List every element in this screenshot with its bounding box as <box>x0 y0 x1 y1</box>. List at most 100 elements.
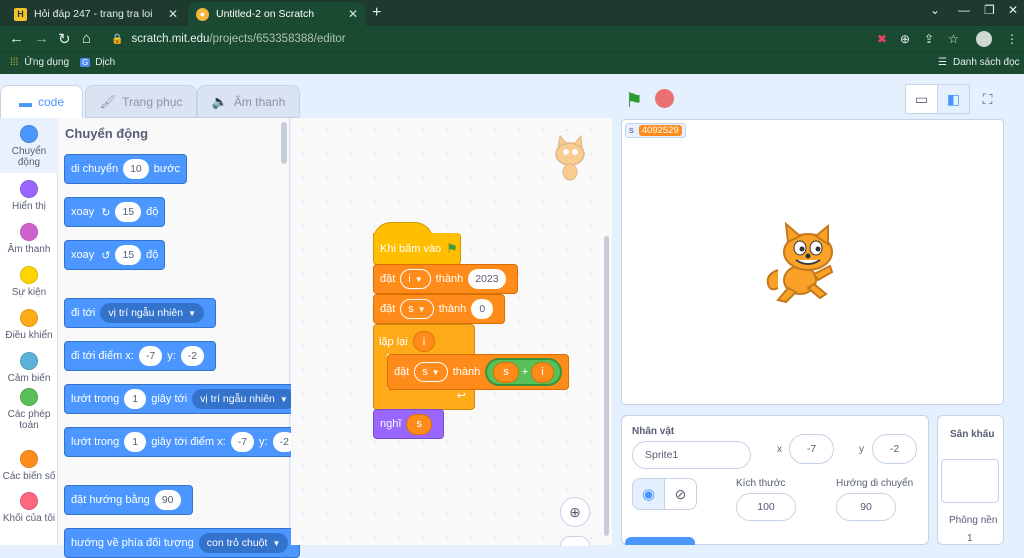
maximize-icon[interactable]: ❐ <box>984 3 995 17</box>
degrees-input[interactable]: 15 <box>115 202 142 222</box>
turn-right-block[interactable]: xoay ↻ 15 độ <box>64 197 166 227</box>
variable-dropdown[interactable]: s ▼ <box>414 362 448 382</box>
variable-dropdown[interactable]: i ▼ <box>400 269 431 289</box>
x-input[interactable]: -7 <box>138 346 163 366</box>
value-input[interactable]: 2023 <box>468 269 506 289</box>
s-reporter[interactable]: s <box>493 361 519 383</box>
size-label: Kích thước <box>736 478 786 489</box>
tab-code[interactable]: ▬ code <box>0 85 83 118</box>
size-input[interactable]: 100 <box>736 493 796 521</box>
reading-list-label: Danh sách đọc <box>952 57 1020 68</box>
block-text: thành <box>435 273 464 285</box>
category-label: Hiển thị <box>12 201 46 212</box>
tab-sounds[interactable]: 🔈 Âm thanh <box>197 85 300 118</box>
bookmark-translate[interactable]: G Dịch <box>80 57 115 68</box>
bookmark-apps[interactable]: ⁞⁞⁞ Ứng dụng <box>10 57 69 68</box>
y-input[interactable]: -2 <box>180 346 205 366</box>
tab-costumes[interactable]: 🖌 Trang phục <box>85 85 197 118</box>
share-icon[interactable]: ⇪ <box>924 32 934 46</box>
set-s-block[interactable]: đặt s ▼ thành 0 <box>373 294 506 324</box>
home-icon[interactable]: ⌂ <box>82 30 91 47</box>
category-myblocks[interactable]: Khối của tôi <box>0 492 58 524</box>
scratch-cat-sprite[interactable] <box>760 222 848 308</box>
set-i-block[interactable]: đặt i ▼ thành 2023 <box>373 264 518 294</box>
forward-icon[interactable]: → <box>34 30 49 47</box>
workspace-scrollbar[interactable] <box>604 236 609 536</box>
set-s-sum-block[interactable]: đặt s ▼ thành s + i <box>387 354 569 390</box>
turn-left-block[interactable]: xoay ↺ 15 độ <box>64 240 166 270</box>
category-motion[interactable]: Chuyển động <box>0 118 58 173</box>
repeat-count-reporter[interactable]: i <box>412 331 436 352</box>
category-operators[interactable]: Các phép toán <box>0 388 58 431</box>
add-operator-block[interactable]: s + i <box>485 358 562 386</box>
degrees-input[interactable]: 15 <box>115 245 142 265</box>
when-flag-clicked-block[interactable]: Khi bấm vào ⚑ <box>373 233 461 265</box>
stop-icon[interactable] <box>655 89 674 108</box>
goto-block[interactable]: đi tới vị trí ngẫu nhiên ▼ <box>64 298 216 328</box>
category-events[interactable]: Sự kiện <box>0 266 58 298</box>
category-variables[interactable]: Các biến số <box>0 450 58 482</box>
reading-list[interactable]: ☰ Danh sách đọc <box>938 57 1020 68</box>
value-input[interactable]: 0 <box>471 299 494 319</box>
small-stage-button[interactable]: ▭ <box>905 84 938 114</box>
back-icon[interactable]: ← <box>9 30 24 47</box>
think-block[interactable]: nghĩ s <box>373 409 444 439</box>
category-sensing[interactable]: Cảm biến <box>0 352 58 384</box>
x-input[interactable]: -7 <box>230 432 255 452</box>
i-reporter[interactable]: i <box>531 361 554 383</box>
tab-search-icon[interactable]: ⌄ <box>930 3 940 17</box>
zoom-icon[interactable]: ⊕ <box>900 32 910 46</box>
s-reporter[interactable]: s <box>406 413 432 435</box>
steps-input[interactable]: 10 <box>123 159 149 179</box>
towards-dropdown[interactable]: con trỏ chuột ▼ <box>198 533 289 553</box>
direction-input[interactable]: 90 <box>154 490 181 510</box>
palette-scrollbar[interactable] <box>281 122 287 164</box>
browser-tab-hoidap[interactable]: H Hỏi đáp 247 - trang tra loi ✕ <box>6 2 186 26</box>
close-tab-icon[interactable]: ✕ <box>348 7 358 21</box>
star-icon[interactable]: ☆ <box>948 32 959 46</box>
glide-block[interactable]: lướt trong 1 giây tới vị trí ngẫu nhiên ▼ <box>64 384 308 414</box>
minimize-icon[interactable]: — <box>958 3 970 17</box>
show-eye-icon[interactable]: ◉ <box>632 478 665 510</box>
hide-eye-icon[interactable]: ⊘ <box>664 478 697 510</box>
direction-input[interactable]: 90 <box>836 493 896 521</box>
seconds-input[interactable]: 1 <box>124 432 147 452</box>
category-sound[interactable]: Âm thanh <box>0 223 58 255</box>
green-flag-icon[interactable]: ⚑ <box>625 88 643 113</box>
close-window-icon[interactable]: ✕ <box>1008 3 1018 17</box>
reading-list-icon: ☰ <box>938 57 947 68</box>
palette-heading: Chuyển động <box>65 126 149 141</box>
seconds-input[interactable]: 1 <box>124 389 147 409</box>
reload-icon[interactable]: ↻ <box>58 30 71 48</box>
fullscreen-icon[interactable]: ⛶ <box>971 84 1004 114</box>
browser-tab-scratch[interactable]: ● Untitled-2 on Scratch ✕ <box>188 2 366 26</box>
block-text: thành <box>452 366 481 378</box>
category-looks[interactable]: Hiển thị <box>0 180 58 212</box>
backdrop-thumbnail[interactable] <box>941 459 999 503</box>
point-towards-block[interactable]: hướng về phía đối tượng con trỏ chuột ▼ <box>64 528 301 558</box>
close-tab-icon[interactable]: ✕ <box>168 7 178 21</box>
variable-monitor[interactable]: s 4092529 <box>625 123 686 138</box>
move-steps-block[interactable]: di chuyển 10 bước <box>64 154 187 184</box>
repeat-footer: ↩ <box>373 389 475 410</box>
point-direction-block[interactable]: đặt hướng bằng 90 <box>64 485 193 515</box>
goto-xy-block[interactable]: đi tới điểm x: -7 y: -2 <box>64 341 217 371</box>
blocked-icon[interactable]: ✖ <box>877 32 887 46</box>
normal-stage-button[interactable]: ◧ <box>937 84 970 114</box>
translate-icon: G <box>80 58 91 67</box>
new-tab-button[interactable]: + <box>372 4 381 22</box>
category-label: Sự kiện <box>11 287 47 298</box>
zoom-in-icon[interactable]: ⊕ <box>560 497 590 527</box>
dropdown-value: con trỏ chuột <box>206 537 268 549</box>
y-input[interactable]: -2 <box>872 434 917 464</box>
variable-dropdown[interactable]: s ▼ <box>400 299 434 319</box>
goto-dropdown[interactable]: vị trí ngẫu nhiên ▼ <box>100 303 204 323</box>
profile-avatar[interactable] <box>976 31 992 47</box>
category-control[interactable]: Điều khiển <box>0 309 58 341</box>
glide-xy-block[interactable]: lướt trong 1 giây tới điểm x: -7 y: -2 <box>64 427 308 457</box>
x-input[interactable]: -7 <box>789 434 834 464</box>
sprite-name-input[interactable]: Sprite1 <box>632 441 751 469</box>
selected-sprite-tile[interactable] <box>625 537 695 545</box>
menu-icon[interactable]: ⋮ <box>1006 32 1018 46</box>
glide-dropdown[interactable]: vị trí ngẫu nhiên ▼ <box>192 389 296 409</box>
